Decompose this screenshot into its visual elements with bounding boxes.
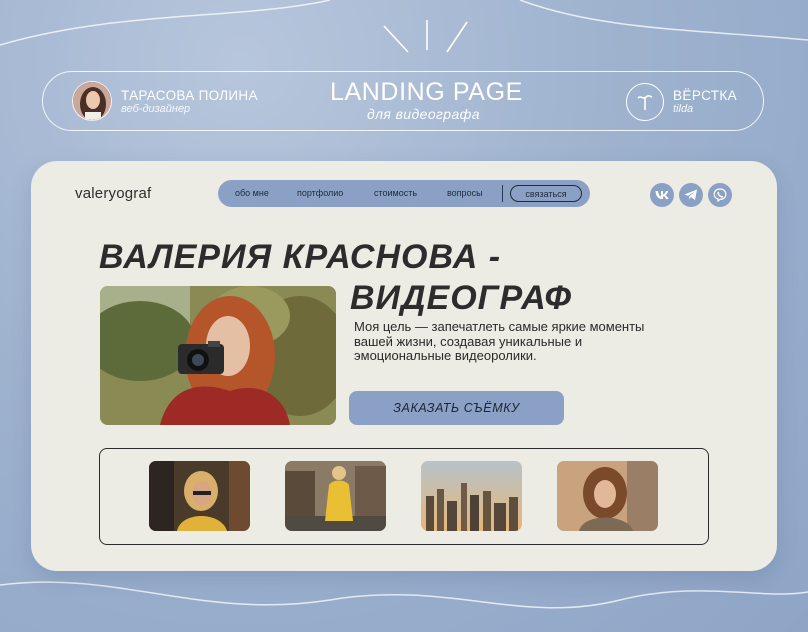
tool-name: ВЁРСТКА bbox=[673, 88, 738, 103]
nav-contact-button[interactable]: связаться bbox=[510, 185, 582, 202]
vk-icon bbox=[655, 191, 669, 199]
hero-title-line1: ВАЛЕРИЯ КРАСНОВА - bbox=[99, 238, 502, 276]
gallery-thumb[interactable] bbox=[285, 461, 386, 531]
tilda-logo bbox=[626, 83, 664, 121]
nav-item-pricing[interactable]: стоимость bbox=[374, 188, 417, 198]
gallery-thumb[interactable] bbox=[557, 461, 658, 531]
site-logo[interactable]: valeryograf bbox=[75, 185, 151, 202]
tilda-logo-icon bbox=[637, 95, 653, 110]
telegram-button[interactable] bbox=[679, 183, 703, 207]
nav-item-about[interactable]: обо мне bbox=[235, 188, 269, 198]
project-title: LANDING PAGE bbox=[330, 78, 523, 106]
order-shoot-button[interactable]: ЗАКАЗАТЬ СЪЁМКУ bbox=[349, 391, 564, 425]
nav-divider bbox=[502, 185, 503, 202]
viber-icon bbox=[713, 188, 727, 202]
hero-description: Моя цель — запечатлеть самые яркие момен… bbox=[354, 319, 645, 363]
author-role: веб-дизайнер bbox=[121, 103, 191, 115]
author-avatar bbox=[72, 81, 112, 121]
gallery-thumb[interactable] bbox=[421, 461, 522, 531]
nav-item-portfolio[interactable]: портфолио bbox=[297, 188, 343, 198]
gallery-thumb[interactable] bbox=[149, 461, 250, 531]
nav-item-faq[interactable]: вопросы bbox=[447, 188, 483, 198]
author-name: ТАРАСОВА ПОЛИНА bbox=[121, 88, 258, 103]
project-subtitle: для видеографа bbox=[367, 106, 480, 122]
avatar-portrait-icon bbox=[73, 82, 111, 120]
hero-title-line2: ВИДЕОГРАФ bbox=[350, 279, 573, 317]
tool-subtitle: tilda bbox=[673, 103, 694, 115]
viber-button[interactable] bbox=[708, 183, 732, 207]
hero-photo bbox=[100, 286, 336, 425]
vk-button[interactable] bbox=[650, 183, 674, 207]
telegram-icon bbox=[684, 189, 697, 200]
